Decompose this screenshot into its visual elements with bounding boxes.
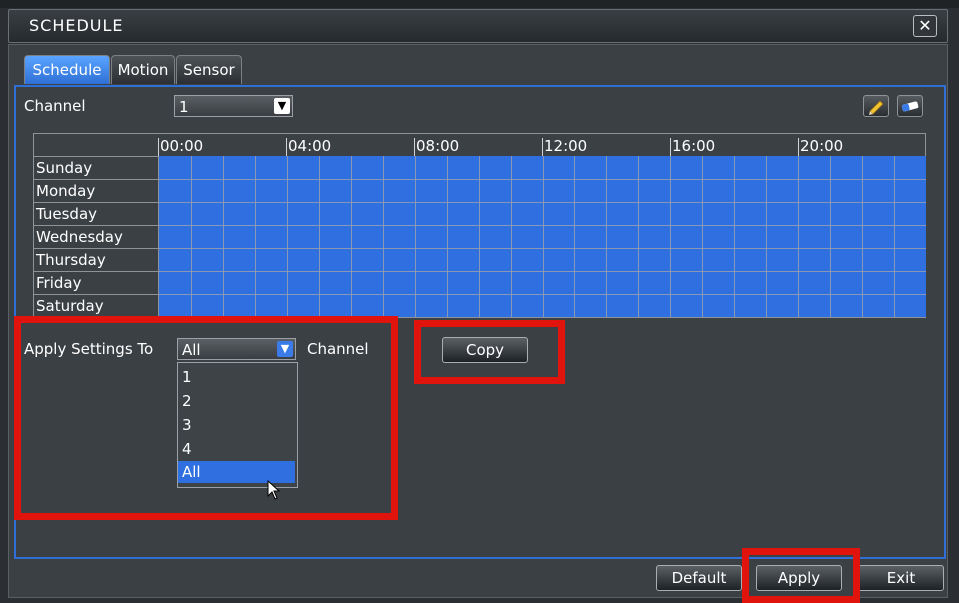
channel-select[interactable]: 1 ▼ (174, 95, 293, 117)
day-label-saturday: Saturday (34, 294, 158, 317)
grid-row-line (159, 202, 926, 203)
hour-label: 12:00 (544, 137, 588, 155)
pencil-icon[interactable] (863, 95, 889, 117)
channel-select-value: 1 (179, 98, 189, 116)
highlight-box-apply (742, 548, 860, 603)
hour-header: 00:00 04:00 08:00 12:00 16:00 20:00 (34, 134, 925, 156)
day-label-friday: Friday (34, 271, 158, 294)
grid-row-line (159, 294, 926, 295)
schedule-grid: 00:00 04:00 08:00 12:00 16:00 20:00 Sund… (33, 133, 926, 318)
highlight-box-copy (414, 320, 565, 384)
grid-column-line (606, 156, 607, 317)
grid-column-line (543, 156, 544, 317)
grid-column-line (574, 156, 575, 317)
grid-column-line (287, 156, 288, 317)
top-strip (0, 0, 959, 8)
eraser-icon[interactable] (897, 95, 923, 117)
day-label-tuesday: Tuesday (34, 202, 158, 225)
grid-column-line (894, 156, 895, 317)
close-icon[interactable]: ✕ (913, 15, 937, 37)
hour-label: 08:00 (416, 137, 460, 155)
hour-label: 20:00 (800, 137, 844, 155)
hour-label: 04:00 (288, 137, 332, 155)
grid-column-line (223, 156, 224, 317)
grid-row-line (159, 225, 926, 226)
grid-column-line (702, 156, 703, 317)
grid-column-line (798, 156, 799, 317)
schedule-window: SCHEDULE ✕ Schedule Motion Sensor Channe… (0, 0, 959, 603)
grid-column-line (383, 156, 384, 317)
grid-column-line (255, 156, 256, 317)
tab-motion[interactable]: Motion (111, 55, 175, 84)
grid-column-line (766, 156, 767, 317)
grid-row-line (159, 271, 926, 272)
grid-column-line (638, 156, 639, 317)
grid-column-line (830, 156, 831, 317)
hour-tick (286, 138, 287, 156)
hour-tick (414, 138, 415, 156)
schedule-cells[interactable] (158, 156, 926, 317)
day-label-monday: Monday (34, 179, 158, 202)
grid-column-line (191, 156, 192, 317)
grid-column-line (511, 156, 512, 317)
tab-schedule[interactable]: Schedule (24, 55, 110, 84)
grid-column-line (351, 156, 352, 317)
tab-sensor[interactable]: Sensor (176, 55, 242, 84)
window-title: SCHEDULE (29, 16, 124, 35)
channel-label: Channel (24, 97, 86, 115)
grid-column-line (415, 156, 416, 317)
hour-label: 00:00 (160, 137, 204, 155)
grid-column-line (862, 156, 863, 317)
hour-tick (158, 138, 159, 156)
default-button[interactable]: Default (656, 565, 742, 591)
grid-row-line (159, 179, 926, 180)
hour-tick (542, 138, 543, 156)
grid-column-line (479, 156, 480, 317)
title-bar: SCHEDULE ✕ (8, 9, 948, 43)
hour-tick (798, 138, 799, 156)
exit-button[interactable]: Exit (858, 565, 944, 591)
grid-column-line (319, 156, 320, 317)
hour-tick (670, 138, 671, 156)
day-label-sunday: Sunday (34, 156, 158, 179)
day-label-wednesday: Wednesday (34, 225, 158, 248)
grid-column-line (447, 156, 448, 317)
grid-column-line (670, 156, 671, 317)
grid-column-line (734, 156, 735, 317)
grid-row-line (159, 248, 926, 249)
hour-label: 16:00 (672, 137, 716, 155)
chevron-down-icon: ▼ (274, 98, 290, 114)
highlight-box-apply-settings (14, 316, 398, 520)
day-label-thursday: Thursday (34, 248, 158, 271)
